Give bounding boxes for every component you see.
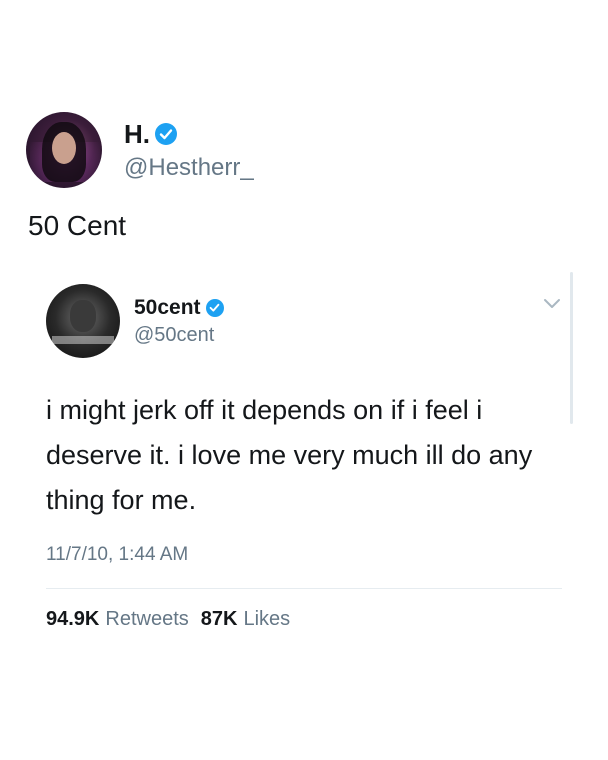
embedded-tweet-header: 50cent @50cent — [46, 284, 224, 358]
outer-avatar[interactable] — [26, 112, 102, 188]
embedded-tweet-text: i might jerk off it depends on if i feel… — [46, 395, 533, 515]
chevron-down-icon[interactable] — [543, 298, 561, 310]
retweets-stat[interactable]: 94.9K Retweets — [46, 608, 189, 631]
likes-count: 87K — [200, 608, 238, 630]
outer-user-names: H. @Hestherr_ — [124, 119, 254, 182]
embedded-handle[interactable]: @50cent — [134, 324, 224, 347]
verified-badge-icon — [155, 123, 177, 145]
embedded-display-name-row[interactable]: 50cent — [134, 296, 224, 320]
divider — [46, 588, 562, 589]
embedded-avatar[interactable] — [46, 284, 120, 358]
verified-badge-icon — [205, 298, 224, 317]
embedded-user-names: 50cent @50cent — [134, 296, 224, 347]
avatar-face — [52, 132, 76, 164]
likes-stat[interactable]: 87K Likes — [201, 608, 290, 631]
avatar-head — [70, 300, 96, 332]
tweet-screenshot: H. @Hestherr_ 50 Cent 50cent @50cent i m… — [0, 0, 608, 760]
scrollbar[interactable] — [570, 272, 573, 424]
retweets-count: 94.9K — [46, 608, 100, 630]
outer-display-name-row[interactable]: H. — [124, 119, 254, 150]
tweet-stats: 94.9K Retweets 87K Likes — [46, 608, 302, 631]
outer-tweet-header: H. @Hestherr_ — [26, 112, 254, 188]
likes-label: Likes — [243, 608, 291, 630]
outer-tweet-text: 50 Cent — [28, 210, 127, 241]
outer-display-name[interactable]: H. — [124, 119, 150, 150]
tweet-timestamp[interactable]: 11/7/10, 1:44 AM — [46, 544, 188, 566]
embedded-display-name[interactable]: 50cent — [134, 296, 201, 320]
avatar-band — [52, 336, 114, 344]
outer-handle[interactable]: @Hestherr_ — [124, 154, 254, 182]
retweets-label: Retweets — [105, 608, 189, 630]
